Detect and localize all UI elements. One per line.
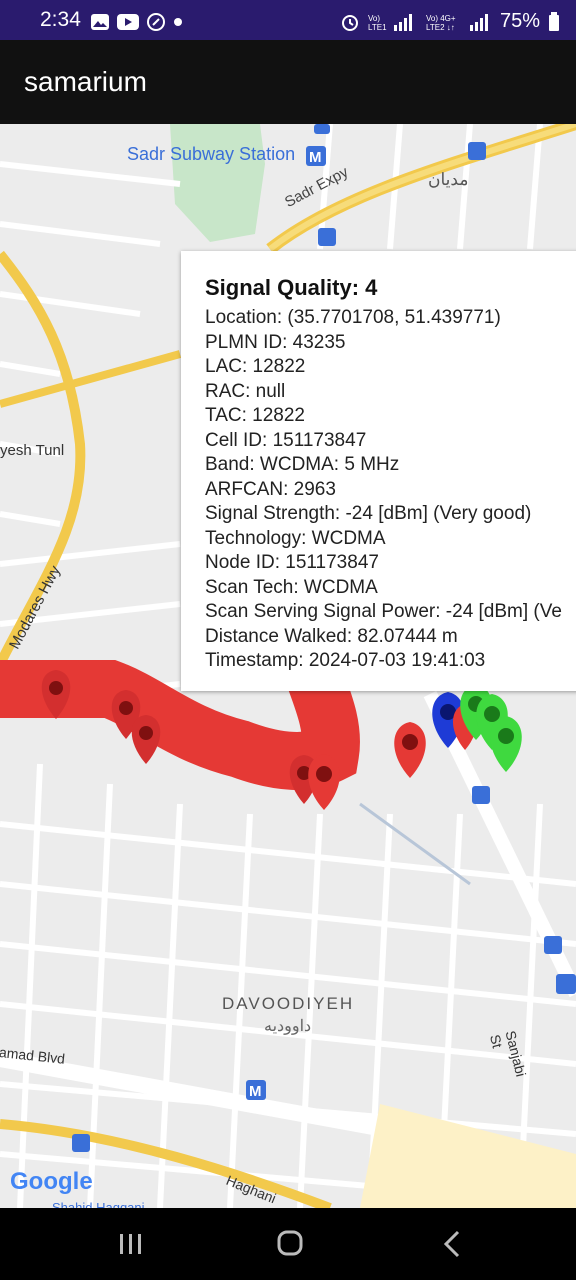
svg-text:Vo): Vo) bbox=[368, 14, 380, 23]
label-district-farsi: داوودیه bbox=[264, 1018, 312, 1035]
alarm-icon bbox=[341, 14, 358, 31]
google-logo: Google bbox=[10, 1168, 93, 1195]
popup-line-lac: LAC: 12822 bbox=[205, 356, 306, 377]
label-subway-station: Sadr Subway Station bbox=[127, 144, 296, 164]
bus-stop-icon[interactable] bbox=[544, 936, 562, 954]
back-button[interactable] bbox=[432, 1226, 472, 1262]
bus-stop-icon[interactable] bbox=[72, 1134, 90, 1152]
bus-stop-icon[interactable] bbox=[472, 786, 490, 804]
battery-level: 75% bbox=[499, 10, 540, 32]
green-marker[interactable] bbox=[490, 716, 522, 772]
home-button[interactable] bbox=[270, 1226, 310, 1262]
popup-line-arfcan: ARFCAN: 2963 bbox=[205, 478, 336, 500]
dot-icon bbox=[174, 18, 182, 26]
status-time: 2:34 bbox=[40, 8, 81, 31]
popup-line-scan-power: Scan Serving Signal Power: -24 [dBm] (Ve bbox=[205, 601, 562, 622]
red-marker[interactable] bbox=[308, 754, 340, 810]
svg-text:LTE1: LTE1 bbox=[368, 23, 387, 32]
svg-text:M: M bbox=[249, 1083, 262, 1100]
app-title: samarium bbox=[24, 66, 147, 97]
svg-text:Vo) 4G+: Vo) 4G+ bbox=[426, 14, 456, 23]
recent-apps-button[interactable] bbox=[110, 1226, 150, 1262]
label-farsi-top: مدیان bbox=[428, 170, 469, 189]
bus-stop-icon[interactable] bbox=[314, 124, 330, 134]
rail-line bbox=[359, 802, 471, 886]
commercial-area bbox=[360, 1104, 576, 1208]
system-icons: Vo) LTE1 Vo) 4G+ LTE2 ↓↑ 75% bbox=[340, 10, 560, 33]
app-icon bbox=[147, 13, 165, 31]
bus-stop-icon[interactable] bbox=[468, 142, 486, 160]
popup-line-timestamp: Timestamp: 2024-07-03 19:41:03 bbox=[205, 650, 486, 671]
app-bar: samarium bbox=[0, 40, 576, 124]
popup-line-tac: TAC: 12822 bbox=[205, 405, 305, 426]
popup-line-rac: RAC: null bbox=[205, 380, 286, 402]
svg-text:LTE2 ↓↑: LTE2 ↓↑ bbox=[426, 23, 455, 32]
popup-line-node-id: Node ID: 151173847 bbox=[205, 552, 379, 573]
popup-line-band: Band: WCDMA: 5 MHz bbox=[205, 454, 400, 475]
popup-line-scan-tech: Scan Tech: WCDMA bbox=[205, 576, 378, 598]
bus-stop-icon[interactable] bbox=[318, 228, 336, 246]
popup-line-plmn: PLMN ID: 43235 bbox=[205, 331, 346, 353]
park-area bbox=[170, 124, 265, 242]
notification-icons bbox=[90, 12, 184, 32]
popup-line-signal-strength: Signal Strength: -24 [dBm] (Very good) bbox=[205, 503, 532, 524]
popup-title: Signal Quality: 4 bbox=[205, 275, 378, 300]
svg-text:M: M bbox=[309, 149, 322, 166]
signal-sim1-icon: Vo)LTE1 bbox=[368, 13, 412, 32]
system-nav-bar bbox=[0, 1208, 576, 1280]
label-tunnel: yesh Tunl bbox=[0, 442, 65, 459]
battery-icon bbox=[549, 11, 559, 31]
metro-icon[interactable] bbox=[556, 974, 576, 994]
red-marker[interactable] bbox=[394, 722, 426, 778]
red-marker[interactable] bbox=[131, 715, 161, 764]
signal-sim2-icon: Vo) 4G+LTE2 ↓↑ bbox=[426, 13, 488, 32]
gallery-icon bbox=[91, 14, 109, 30]
signal-info-window[interactable]: Signal Quality: 4 Location: (35.7701708,… bbox=[181, 251, 576, 691]
status-bar: 2:34 Vo) LTE1 Vo) 4G+ LTE2 ↓↑ 75% bbox=[0, 0, 576, 40]
popup-line-location: Location: (35.7701708, 51.439771) bbox=[205, 307, 501, 328]
label-district: DAVOODIYEH bbox=[222, 994, 355, 1013]
road-tunnel bbox=[0, 350, 182, 408]
popup-line-distance: Distance Walked: 82.07444 m bbox=[205, 625, 458, 647]
popup-line-cell-id: Cell ID: 151173847 bbox=[205, 429, 367, 451]
popup-line-technology: Technology: WCDMA bbox=[205, 527, 386, 549]
label-shahid: Shahid Haqqani bbox=[52, 1200, 145, 1208]
youtube-icon bbox=[117, 14, 139, 30]
